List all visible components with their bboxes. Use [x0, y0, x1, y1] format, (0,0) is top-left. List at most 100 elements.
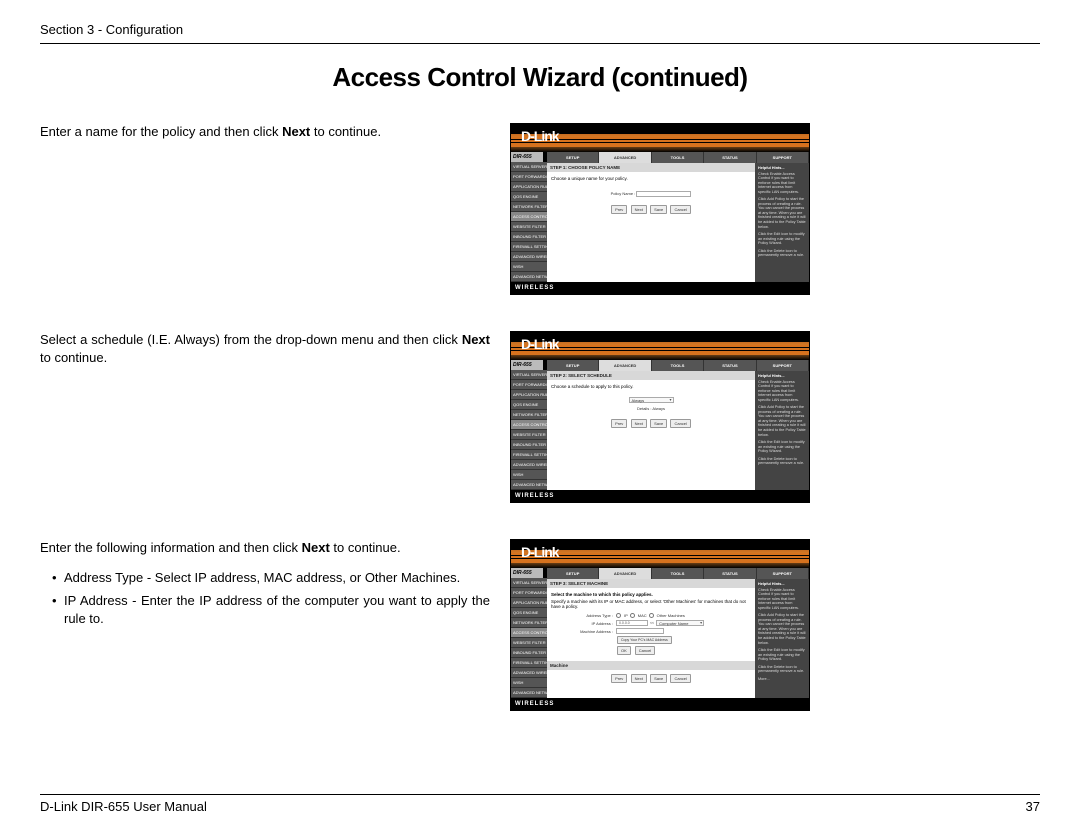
sidebar-item[interactable]: APPLICATION RULES — [511, 598, 547, 608]
sidebar-item[interactable]: ADVANCED NETWORK — [511, 688, 547, 698]
cancel-button[interactable]: Cancel — [670, 419, 690, 428]
brand-logo: D-Link — [521, 128, 559, 144]
next-button[interactable]: Next — [631, 419, 647, 428]
tab-status[interactable]: STATUS — [704, 568, 756, 579]
panel-intro2: Specify a machine with its IP or MAC add… — [551, 599, 751, 609]
radio-ip[interactable] — [616, 613, 621, 618]
details-value: Always — [652, 406, 665, 411]
cancel-button[interactable]: Cancel — [670, 205, 690, 214]
sidebar-item[interactable]: PORT FORWARDING — [511, 588, 547, 598]
sidebar-item[interactable]: WEBSITE FILTER — [511, 430, 547, 440]
address-type-label: Address Type : — [561, 613, 616, 618]
tab-tools[interactable]: TOOLS — [652, 152, 704, 163]
step2-desc-post: to continue. — [40, 350, 107, 365]
sidebar-item[interactable]: APPLICATION RULES — [511, 390, 547, 400]
top-tabs: SETUP ADVANCED TOOLS STATUS SUPPORT — [547, 360, 809, 371]
next-button[interactable]: Next — [631, 674, 647, 683]
footer-left: D-Link DIR-655 User Manual — [40, 799, 207, 814]
sidebar-item[interactable]: FIREWALL SETTINGS — [511, 450, 547, 460]
sidebar-item[interactable]: ADVANCED NETWORK — [511, 480, 547, 490]
ip-input[interactable]: 0.0.0.0 — [616, 620, 648, 626]
tab-tools[interactable]: TOOLS — [652, 568, 704, 579]
sidebar-item[interactable]: QOS ENGINE — [511, 192, 547, 202]
cancel-button[interactable]: Cancel — [670, 674, 690, 683]
tab-support[interactable]: SUPPORT — [757, 360, 809, 371]
save-button[interactable]: Save — [650, 419, 667, 428]
sidebar-item[interactable]: NETWORK FILTER — [511, 410, 547, 420]
sidebar-item[interactable]: NETWORK FILTER — [511, 618, 547, 628]
hints-title: Helpful Hints... — [758, 582, 806, 587]
hint-more[interactable]: More... — [758, 677, 806, 682]
prev-button[interactable]: Prev — [611, 205, 627, 214]
tab-advanced[interactable]: ADVANCED — [599, 152, 651, 163]
sidebar-item[interactable]: VIRTUAL SERVER — [511, 578, 547, 588]
ok-button[interactable]: OK — [617, 646, 631, 655]
sidebar-item[interactable]: VIRTUAL SERVER — [511, 162, 547, 172]
row-step3: Enter the following information and then… — [40, 539, 1040, 711]
sidebar-item[interactable]: PORT FORWARDING — [511, 380, 547, 390]
sidebar-item[interactable]: ADVANCED NETWORK — [511, 272, 547, 282]
sidebar-item[interactable]: WEBSITE FILTER — [511, 222, 547, 232]
save-button[interactable]: Save — [650, 205, 667, 214]
model-label: DIR-655 — [511, 568, 547, 578]
model-label: DIR-655 — [511, 360, 547, 370]
tab-setup[interactable]: SETUP — [547, 568, 599, 579]
step3-description: Enter the following information and then… — [40, 539, 490, 633]
sidebar-item[interactable]: NETWORK FILTER — [511, 202, 547, 212]
left-sidebar: DIR-655 VIRTUAL SERVER PORT FORWARDING A… — [511, 152, 547, 282]
hints-panel: Helpful Hints... Check Enable Access Con… — [755, 579, 809, 698]
sidebar-item[interactable]: QOS ENGINE — [511, 400, 547, 410]
tab-advanced[interactable]: ADVANCED — [599, 568, 651, 579]
tab-support[interactable]: SUPPORT — [757, 152, 809, 163]
header-rule — [40, 43, 1040, 44]
screenshot-step3: D-Link DIR-655 VIRTUAL SERVER PORT FORWA… — [510, 539, 810, 711]
cancel-button[interactable]: Cancel — [635, 646, 655, 655]
machine-address-input[interactable] — [616, 628, 664, 634]
sidebar-item-access-control[interactable]: ACCESS CONTROL — [511, 628, 547, 638]
policy-name-input[interactable] — [636, 191, 691, 197]
sidebar-item[interactable]: WISH — [511, 262, 547, 272]
sidebar-item[interactable]: VIRTUAL SERVER — [511, 370, 547, 380]
sidebar-item[interactable]: ADVANCED WIRELESS — [511, 460, 547, 470]
bullet-ip-address: IP Address - Enter the IP address of the… — [40, 592, 490, 627]
sidebar-item[interactable]: WISH — [511, 678, 547, 688]
copy-mac-button[interactable]: Copy Your PC's MAC Address — [617, 636, 672, 644]
sidebar-item[interactable]: INBOUND FILTER — [511, 232, 547, 242]
sidebar-item[interactable]: ADVANCED WIRELESS — [511, 668, 547, 678]
radio-other-label: Other Machines — [657, 613, 685, 618]
sidebar-item[interactable]: QOS ENGINE — [511, 608, 547, 618]
schedule-select[interactable]: Always — [629, 397, 674, 403]
prev-button[interactable]: Prev — [611, 419, 627, 428]
tab-setup[interactable]: SETUP — [547, 152, 599, 163]
computer-select[interactable]: Computer Name — [656, 620, 704, 626]
dlink-banner: D-Link — [511, 540, 809, 568]
hint-text: Check Enable Access Control if you want … — [758, 588, 806, 611]
sidebar-item[interactable]: INBOUND FILTER — [511, 440, 547, 450]
wizard-buttons: Prev Next Save Cancel — [551, 205, 751, 214]
lt-separator: << — [650, 621, 654, 625]
next-button[interactable]: Next — [631, 205, 647, 214]
sidebar-item[interactable]: APPLICATION RULES — [511, 182, 547, 192]
tab-status[interactable]: STATUS — [704, 360, 756, 371]
sidebar-item-access-control[interactable]: ACCESS CONTROL — [511, 212, 547, 222]
sidebar-item[interactable]: INBOUND FILTER — [511, 648, 547, 658]
tab-status[interactable]: STATUS — [704, 152, 756, 163]
sidebar-item[interactable]: FIREWALL SETTINGS — [511, 242, 547, 252]
tab-support[interactable]: SUPPORT — [757, 568, 809, 579]
radio-mac[interactable] — [630, 613, 635, 618]
left-sidebar: DIR-655 VIRTUAL SERVER PORT FORWARDING A… — [511, 360, 547, 490]
sidebar-item[interactable]: WISH — [511, 470, 547, 480]
panel-title: STEP 2: SELECT SCHEDULE — [547, 371, 755, 380]
panel-intro: Choose a schedule to apply to this polic… — [551, 384, 751, 389]
tab-advanced[interactable]: ADVANCED — [599, 360, 651, 371]
tab-tools[interactable]: TOOLS — [652, 360, 704, 371]
sidebar-item[interactable]: FIREWALL SETTINGS — [511, 658, 547, 668]
prev-button[interactable]: Prev — [611, 674, 627, 683]
sidebar-item[interactable]: PORT FORWARDING — [511, 172, 547, 182]
save-button[interactable]: Save — [650, 674, 667, 683]
radio-other[interactable] — [649, 613, 654, 618]
sidebar-item-access-control[interactable]: ACCESS CONTROL — [511, 420, 547, 430]
tab-setup[interactable]: SETUP — [547, 360, 599, 371]
sidebar-item[interactable]: WEBSITE FILTER — [511, 638, 547, 648]
sidebar-item[interactable]: ADVANCED WIRELESS — [511, 252, 547, 262]
